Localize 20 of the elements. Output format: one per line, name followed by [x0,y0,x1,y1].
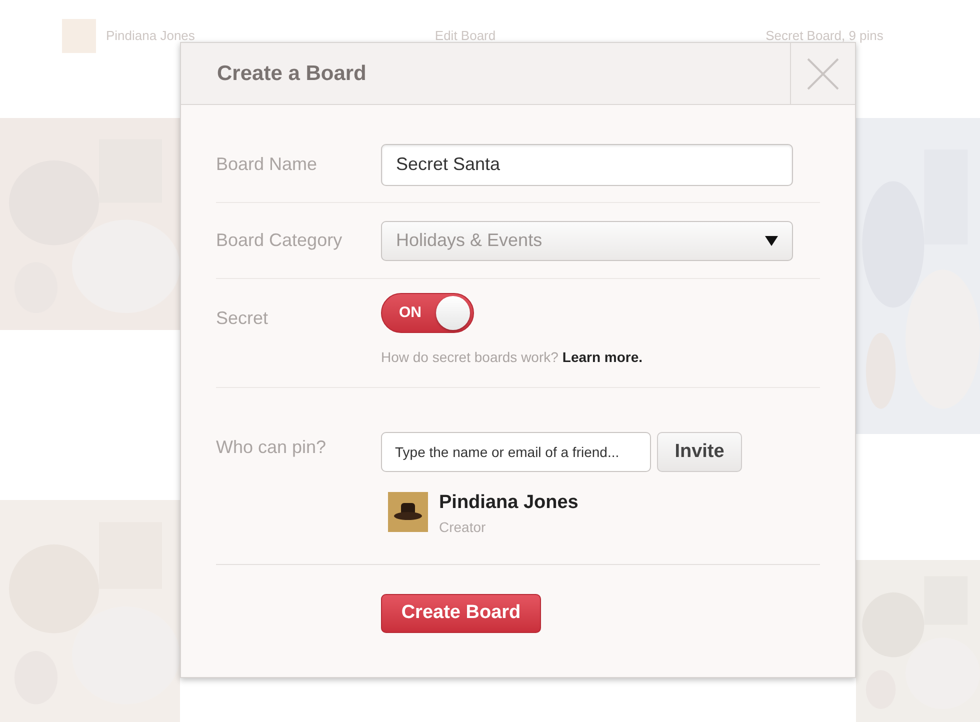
invite-button[interactable]: Invite [657,432,742,472]
person-role: Creator [439,518,487,537]
person-name: Pindiana Jones [439,492,578,514]
secret-toggle[interactable]: ON [381,293,474,333]
field-label: Board Category [216,229,344,252]
field-label: Who can pin? [216,436,328,459]
hat-avatar-icon [388,492,428,532]
category-dropdown[interactable]: Holidays & Events [381,220,793,260]
board-meta: Secret Board, 9 pins [766,27,884,46]
caret-icon [765,236,778,246]
avatar-icon [62,19,96,53]
learn-more-link[interactable]: Learn more. [562,347,643,368]
close-icon [806,56,840,90]
field-label: Secret [216,307,270,330]
create-board-button[interactable]: Create Board [381,594,541,633]
field-label: Board Name [216,153,318,176]
dialog-title: Create a Board [216,60,368,87]
board-name-field[interactable]: Secret Santa [381,144,793,186]
help-text: How do secret boards work? [381,348,558,367]
invite-field[interactable]: Type the name or email of a friend... [381,432,651,472]
